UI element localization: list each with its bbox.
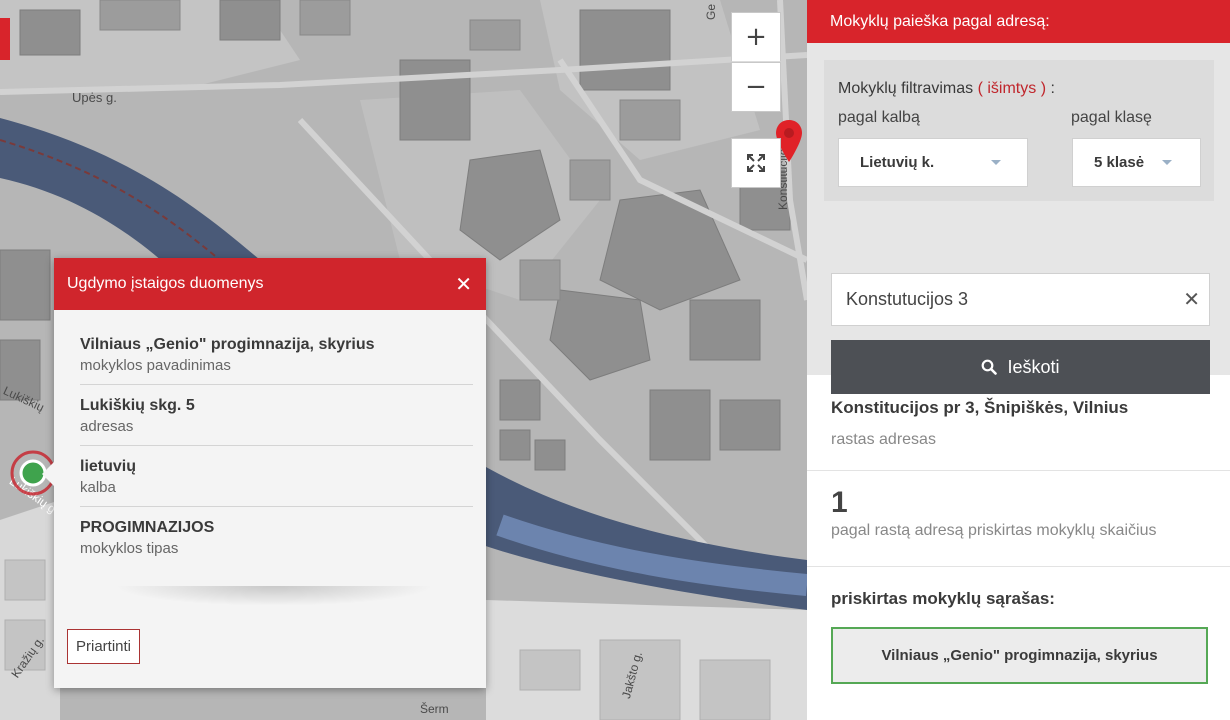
address-search-input[interactable] xyxy=(832,274,1162,325)
popup-header: Ugdymo įstaigos duomenys ✕ xyxy=(54,258,486,310)
popup-title: Ugdymo įstaigos duomenys xyxy=(67,275,264,292)
popup-body: Vilniaus „Genio" progimnazija, skyrius m… xyxy=(54,310,486,567)
school-count-block: 1 pagal rastą adresą priskirtas mokyklų … xyxy=(807,471,1230,567)
street-label-sermuksniu: Šerm xyxy=(420,702,449,716)
street-label-gedimino: Ge xyxy=(704,3,718,20)
found-address: Konstitucijos pr 3, Šnipiškės, Vilnius xyxy=(831,398,1129,417)
search-sidebar: Mokyklų paieška pagal adresą: Mokyklų fi… xyxy=(807,0,1230,720)
grade-filter-label: pagal klasę xyxy=(1071,109,1152,126)
search-area: Mokyklų filtravimas ( išimtys ) : pagal … xyxy=(807,43,1230,394)
map-view[interactable]: Upės g. Konstitucijos Ge Lukiškių Lukišk… xyxy=(0,0,807,720)
school-list-title: priskirtas mokyklų sąrašas: xyxy=(831,589,1055,608)
found-address-label: rastas adresas xyxy=(831,431,936,448)
plus-icon: + xyxy=(745,22,767,52)
filter-box: Mokyklų filtravimas ( išimtys ) : pagal … xyxy=(824,60,1214,201)
info-row-school-name: Vilniaus „Genio" progimnazija, skyrius m… xyxy=(80,324,473,385)
info-row-language: lietuvių kalba xyxy=(80,446,473,507)
street-label-upes: Upės g. xyxy=(72,90,117,105)
language-select-value: Lietuvių k. xyxy=(860,154,935,171)
search-icon xyxy=(982,359,998,375)
zoom-in-button[interactable]: + xyxy=(731,12,781,62)
popup-pointer xyxy=(42,462,54,486)
info-label: mokyklos tipas xyxy=(80,540,179,557)
filter-title-colon: : xyxy=(1046,80,1055,97)
info-value: Vilniaus „Genio" progimnazija, skyrius xyxy=(80,336,375,353)
school-count-value: 1 xyxy=(831,486,848,519)
info-value: lietuvių xyxy=(80,458,137,475)
zoom-out-button[interactable]: − xyxy=(731,62,781,112)
school-count-label: pagal rastą adresą priskirtas mokyklų sk… xyxy=(831,522,1157,539)
found-address-block: Konstitucijos pr 3, Šnipiškės, Vilnius r… xyxy=(807,375,1230,471)
minus-icon: − xyxy=(745,72,767,102)
sidebar-header: Mokyklų paieška pagal adresą: xyxy=(807,0,1230,43)
language-filter-label: pagal kalbą xyxy=(838,109,920,126)
grade-select-value: 5 klasė xyxy=(1094,154,1145,171)
caret-down-icon xyxy=(991,160,1001,165)
school-list-item[interactable]: Vilniaus „Genio" progimnazija, skyrius xyxy=(831,627,1208,684)
filter-title-text: Mokyklų filtravimas xyxy=(838,80,974,97)
info-label: mokyklos pavadinimas xyxy=(80,357,231,374)
info-row-school-type: PROGIMNAZIJOS mokyklos tipas xyxy=(80,507,473,567)
map-edge-marker xyxy=(0,18,10,60)
language-select[interactable]: Lietuvių k. xyxy=(838,138,1028,187)
info-label: kalba xyxy=(80,479,116,496)
filter-title: Mokyklų filtravimas ( išimtys ) : xyxy=(838,80,1055,98)
clear-icon[interactable]: ✕ xyxy=(1183,287,1200,311)
caret-down-icon xyxy=(1162,160,1172,165)
info-label: adresas xyxy=(80,418,134,435)
info-value: PROGIMNAZIJOS xyxy=(80,519,215,536)
fullscreen-icon xyxy=(747,154,765,172)
grade-select[interactable]: 5 klasė xyxy=(1072,138,1201,187)
info-value: Lukiškių skg. 5 xyxy=(80,397,195,414)
popup-divider-shadow xyxy=(114,586,434,606)
address-input-wrap: ✕ xyxy=(831,273,1210,326)
close-icon[interactable]: ✕ xyxy=(455,272,472,296)
fullscreen-button[interactable] xyxy=(731,138,781,188)
school-info-popup: Ugdymo įstaigos duomenys ✕ Vilniaus „Gen… xyxy=(42,258,486,688)
exceptions-link[interactable]: ( išimtys ) xyxy=(978,80,1046,97)
info-row-address: Lukiškių skg. 5 adresas xyxy=(80,385,473,446)
zoom-to-school-button[interactable]: Priartinti xyxy=(67,629,141,664)
